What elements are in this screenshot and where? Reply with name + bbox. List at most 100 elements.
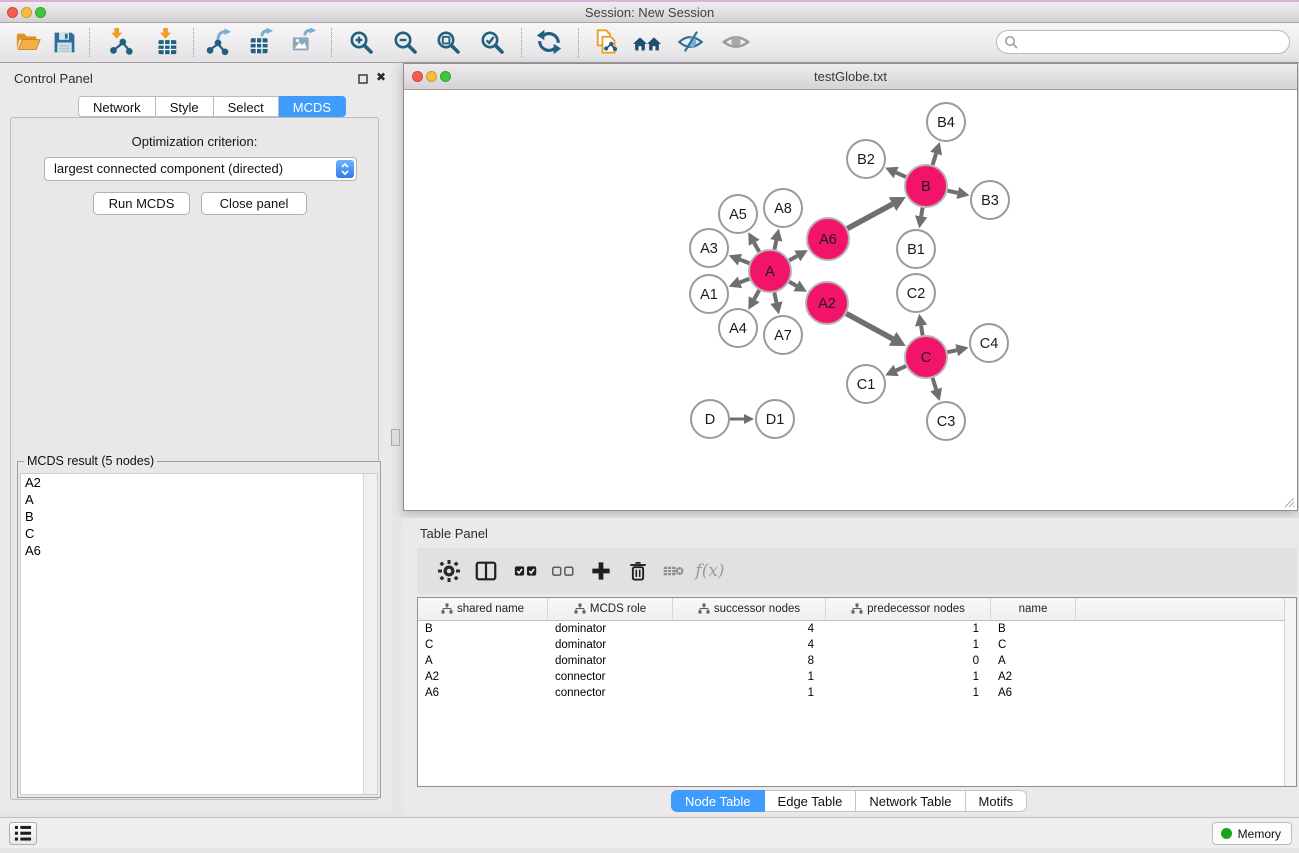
mcds-result-item[interactable]: B — [21, 508, 363, 525]
edge-A-A2[interactable] — [789, 280, 807, 291]
refresh-button[interactable] — [534, 27, 564, 57]
select-all-button[interactable] — [511, 556, 541, 586]
zoom-selected-button[interactable] — [477, 27, 507, 57]
tab-network[interactable]: Network — [78, 96, 156, 117]
node-D1[interactable]: D1 — [756, 400, 794, 438]
open-session-button[interactable] — [13, 27, 43, 57]
column-header-shared-name[interactable]: shared name — [418, 598, 548, 620]
node-C2[interactable]: C2 — [897, 274, 935, 312]
node-A3[interactable]: A3 — [690, 229, 728, 267]
first-neighbors-button[interactable] — [632, 27, 662, 57]
table-cell[interactable]: C — [418, 637, 548, 653]
table-cell[interactable]: A6 — [991, 685, 1076, 701]
node-A[interactable]: A — [749, 250, 791, 292]
node-A6[interactable]: A6 — [807, 218, 849, 260]
node-B4[interactable]: B4 — [927, 103, 965, 141]
column-header-successor-nodes[interactable]: successor nodes — [673, 598, 826, 620]
tab-style[interactable]: Style — [156, 96, 214, 117]
edge-A-A1[interactable] — [729, 277, 750, 289]
table-cell[interactable]: 1 — [826, 685, 991, 701]
network-canvas[interactable]: A5A8A6A3AA1A2A4A7B4B2BB3B1C2CC4C1C3DD1 — [404, 90, 1297, 510]
resize-grip[interactable] — [1281, 494, 1295, 508]
node-C[interactable]: C — [905, 336, 947, 378]
table-cell[interactable]: connector — [548, 669, 673, 685]
column-header-predecessor-nodes[interactable]: predecessor nodes — [826, 598, 991, 620]
node-B[interactable]: B — [905, 165, 947, 207]
table-row[interactable]: A2connector11A2 — [418, 669, 1285, 685]
table-row[interactable]: Bdominator41B — [418, 621, 1285, 637]
table-cell[interactable]: 1 — [826, 637, 991, 653]
network-window-titlebar[interactable]: testGlobe.txt — [404, 64, 1297, 90]
run-mcds-button[interactable]: Run MCDS — [93, 192, 190, 215]
edge-A-A3[interactable] — [729, 254, 750, 266]
show-column-panel-button[interactable] — [471, 556, 501, 586]
edge-A2-C[interactable] — [846, 314, 905, 346]
edge-A-A7[interactable] — [770, 293, 782, 315]
table-cell[interactable]: A6 — [418, 685, 548, 701]
table-cell[interactable]: A2 — [991, 669, 1076, 685]
edge-D-D1[interactable] — [730, 414, 754, 424]
edge-A-A5[interactable] — [748, 232, 759, 252]
edge-C-C2[interactable] — [915, 314, 927, 336]
column-header-MCDS-role[interactable]: MCDS role — [548, 598, 673, 620]
edge-B-B3[interactable] — [947, 187, 969, 199]
import-table-button[interactable] — [151, 27, 181, 57]
node-A8[interactable]: A8 — [764, 189, 802, 227]
node-A5[interactable]: A5 — [719, 195, 757, 233]
split-pane-handle[interactable] — [391, 429, 400, 446]
edge-C-C4[interactable] — [947, 344, 968, 356]
search-input[interactable] — [1023, 33, 1282, 53]
node-C1[interactable]: C1 — [847, 365, 885, 403]
tab-node-table[interactable]: Node Table — [671, 790, 765, 812]
table-cell[interactable]: B — [991, 621, 1076, 637]
node-B1[interactable]: B1 — [897, 230, 935, 268]
tab-mcds[interactable]: MCDS — [279, 96, 346, 117]
table-row[interactable]: A6connector11A6 — [418, 685, 1285, 701]
edge-B-B1[interactable] — [915, 208, 927, 229]
optimization-select[interactable]: largest connected component (directed) — [44, 157, 357, 181]
table-cell[interactable]: connector — [548, 685, 673, 701]
deselect-all-button[interactable] — [548, 556, 578, 586]
table-scrollbar[interactable] — [1284, 598, 1296, 786]
window-titlebar[interactable]: Session: New Session — [0, 2, 1299, 23]
mcds-result-item[interactable]: A6 — [21, 542, 363, 559]
tab-network-table[interactable]: Network Table — [856, 790, 965, 812]
edge-B-B4[interactable] — [930, 142, 942, 165]
hide-details-button[interactable] — [721, 27, 751, 57]
table-cell[interactable]: 1 — [673, 669, 826, 685]
table-row[interactable]: Adominator80A — [418, 653, 1285, 669]
node-A1[interactable]: A1 — [690, 275, 728, 313]
node-A7[interactable]: A7 — [764, 316, 802, 354]
edge-C-C3[interactable] — [930, 378, 942, 401]
node-C4[interactable]: C4 — [970, 324, 1008, 362]
tab-motifs[interactable]: Motifs — [966, 790, 1028, 812]
save-session-button[interactable] — [49, 27, 79, 57]
show-graphics-details-button[interactable] — [675, 27, 705, 57]
table-cell[interactable]: dominator — [548, 621, 673, 637]
node-B2[interactable]: B2 — [847, 140, 885, 178]
mcds-result-item[interactable]: A2 — [21, 474, 363, 491]
export-network-button[interactable] — [203, 27, 233, 57]
zoom-out-button[interactable] — [390, 27, 420, 57]
zoom-in-button[interactable] — [346, 27, 376, 57]
create-column-button[interactable] — [586, 556, 616, 586]
delete-column-button[interactable] — [623, 556, 653, 586]
table-cell[interactable]: 4 — [673, 637, 826, 653]
table-cell[interactable]: 8 — [673, 653, 826, 669]
table-cell[interactable]: B — [418, 621, 548, 637]
tab-select[interactable]: Select — [214, 96, 279, 117]
table-cell[interactable]: C — [991, 637, 1076, 653]
table-settings-button[interactable] — [434, 556, 464, 586]
edge-A6-B[interactable] — [847, 197, 905, 229]
delete-table-button[interactable] — [659, 556, 689, 586]
zoom-fit-button[interactable] — [433, 27, 463, 57]
edge-C-C1[interactable] — [885, 365, 906, 376]
export-table-button[interactable] — [246, 27, 276, 57]
new-network-from-selection-button[interactable] — [593, 27, 623, 57]
task-history-button[interactable] — [9, 822, 37, 845]
search-box[interactable] — [996, 30, 1290, 54]
edge-A-A4[interactable] — [748, 290, 759, 310]
function-builder-button[interactable]: f(x) — [695, 556, 725, 586]
float-panel-button[interactable] — [356, 72, 369, 85]
table-cell[interactable]: dominator — [548, 637, 673, 653]
